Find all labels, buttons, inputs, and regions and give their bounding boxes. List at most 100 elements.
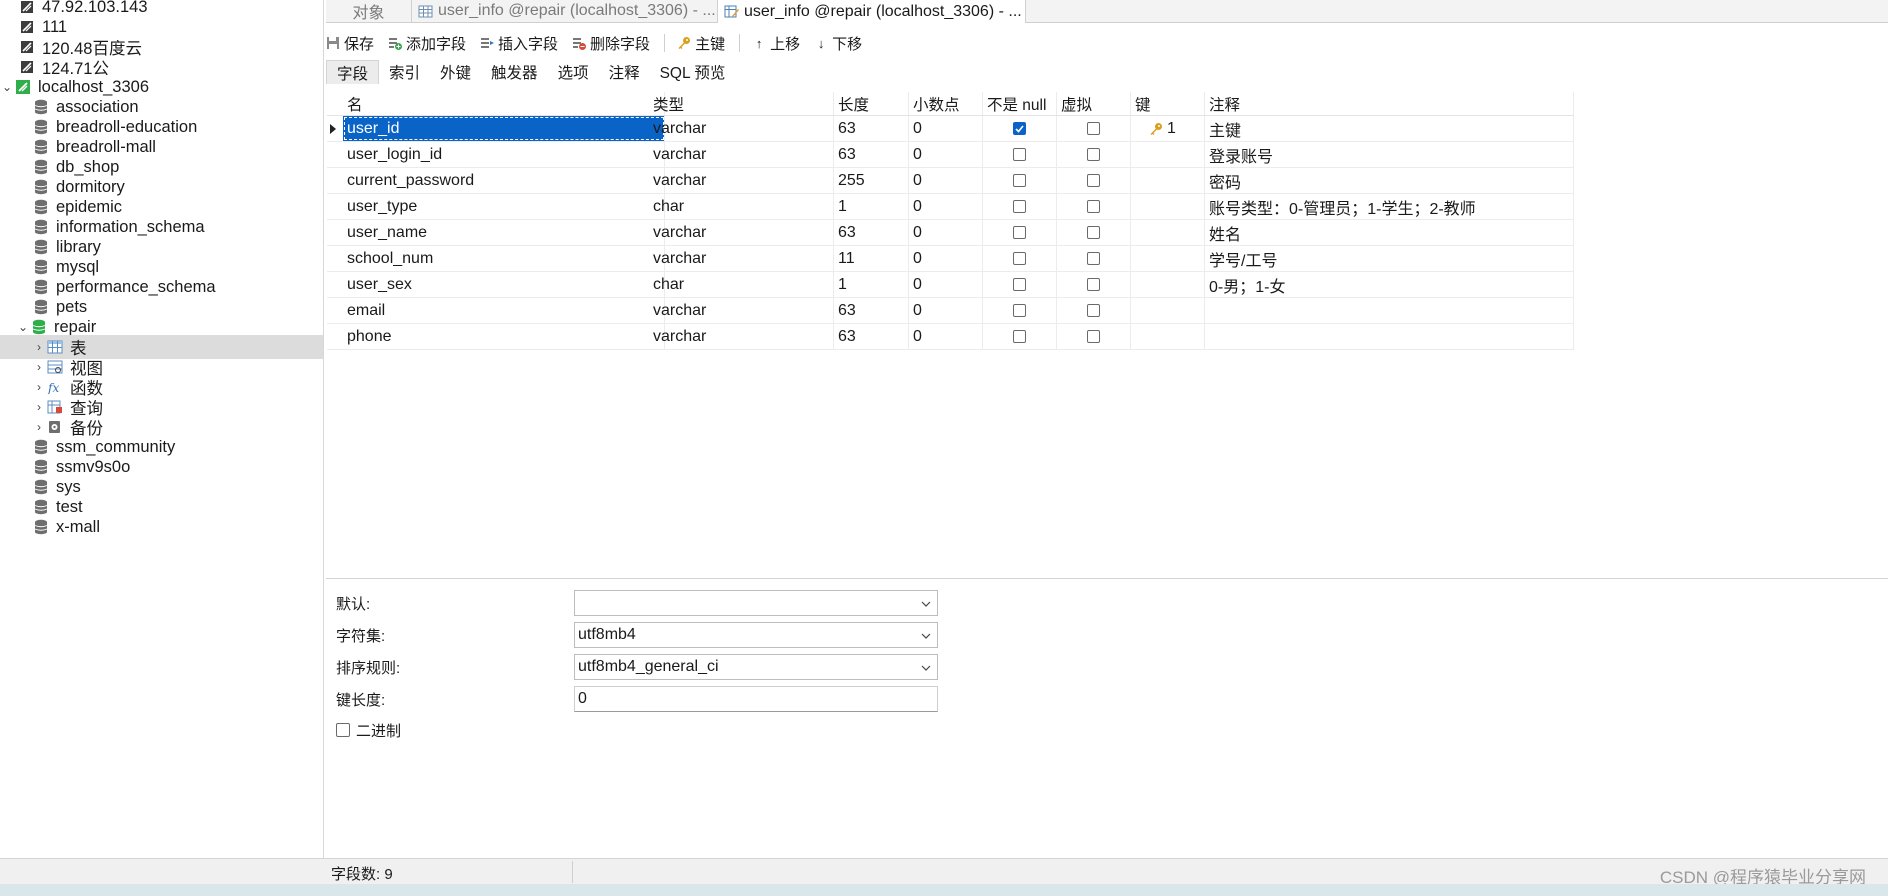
add-field-button[interactable]: 添加字段 xyxy=(388,33,466,54)
checkbox[interactable] xyxy=(1013,226,1026,239)
not-null-cell[interactable] xyxy=(983,324,1057,349)
virtual-cell[interactable] xyxy=(1057,116,1131,141)
field-type-cell[interactable]: varchar xyxy=(649,220,834,245)
default-select[interactable] xyxy=(574,590,938,616)
navigator-sidebar[interactable]: 47.92.103.143 111 120.48百度云 124.71公 ⌄ localho… xyxy=(0,0,324,858)
key-length-input[interactable]: 0 xyxy=(574,686,938,712)
table-row[interactable]: user_id varchar 63 0 1 主键 xyxy=(327,116,1574,142)
key-cell[interactable] xyxy=(1131,142,1205,167)
move-down-button[interactable]: ↓ 下移 xyxy=(814,33,862,54)
field-decimals-cell[interactable]: 0 xyxy=(909,220,983,245)
checkbox[interactable] xyxy=(1013,278,1026,291)
virtual-cell[interactable] xyxy=(1057,142,1131,167)
virtual-cell[interactable] xyxy=(1057,220,1131,245)
checkbox[interactable] xyxy=(1013,252,1026,265)
checkbox[interactable] xyxy=(1087,122,1100,135)
not-null-cell[interactable] xyxy=(983,168,1057,193)
chevron-down-icon[interactable]: ⌄ xyxy=(0,80,14,94)
chevron-right-icon[interactable]: › xyxy=(32,420,46,434)
field-decimals-cell[interactable]: 0 xyxy=(909,116,983,141)
charset-select[interactable]: utf8mb4 xyxy=(574,622,938,648)
field-name-cell[interactable]: user_id xyxy=(343,116,665,141)
field-length-cell[interactable]: 63 xyxy=(834,298,909,323)
checkbox[interactable] xyxy=(1087,200,1100,213)
primary-key-button[interactable]: 主键 xyxy=(677,33,725,54)
checkbox[interactable] xyxy=(1013,148,1026,161)
field-comment-cell[interactable]: 0-男；1-女 xyxy=(1205,272,1574,297)
virtual-cell[interactable] xyxy=(1057,298,1131,323)
key-cell[interactable] xyxy=(1131,272,1205,297)
virtual-cell[interactable] xyxy=(1057,246,1131,271)
not-null-cell[interactable] xyxy=(983,142,1057,167)
virtual-cell[interactable] xyxy=(1057,194,1131,219)
not-null-cell[interactable] xyxy=(983,298,1057,323)
header-type[interactable]: 类型 xyxy=(649,92,834,115)
key-cell[interactable] xyxy=(1131,194,1205,219)
field-length-cell[interactable]: 1 xyxy=(834,194,909,219)
key-cell[interactable] xyxy=(1131,246,1205,271)
table-row[interactable]: school_num varchar 11 0 学号/工号 xyxy=(327,246,1574,272)
chevron-down-icon[interactable]: ⌄ xyxy=(16,320,30,334)
not-null-cell[interactable] xyxy=(983,194,1057,219)
virtual-cell[interactable] xyxy=(1057,272,1131,297)
key-cell[interactable]: 1 xyxy=(1131,116,1205,141)
checkbox[interactable] xyxy=(1087,226,1100,239)
key-cell[interactable] xyxy=(1131,298,1205,323)
tab-user-info-design[interactable]: user_info @repair (localhost_3306) - ... xyxy=(718,0,1026,23)
not-null-cell[interactable] xyxy=(983,246,1057,271)
checkbox[interactable] xyxy=(1013,304,1026,317)
tab-objects[interactable]: 对象 xyxy=(326,0,412,22)
field-decimals-cell[interactable]: 0 xyxy=(909,324,983,349)
not-null-cell[interactable] xyxy=(983,220,1057,245)
field-length-cell[interactable]: 63 xyxy=(834,220,909,245)
field-type-cell[interactable]: varchar xyxy=(649,168,834,193)
checkbox[interactable] xyxy=(1087,278,1100,291)
table-row[interactable]: current_password varchar 255 0 密码 xyxy=(327,168,1574,194)
field-type-cell[interactable]: char xyxy=(649,272,834,297)
panel-divider[interactable] xyxy=(326,578,1888,579)
field-type-cell[interactable]: varchar xyxy=(649,246,834,271)
field-length-cell[interactable]: 255 xyxy=(834,168,909,193)
tab-triggers[interactable]: 触发器 xyxy=(481,60,548,84)
table-row[interactable]: user_type char 1 0 账号类型：0-管理员；1-学生；2-教师 xyxy=(327,194,1574,220)
move-up-button[interactable]: ↑ 上移 xyxy=(752,33,800,54)
not-null-cell[interactable] xyxy=(983,272,1057,297)
key-cell[interactable] xyxy=(1131,220,1205,245)
field-decimals-cell[interactable]: 0 xyxy=(909,272,983,297)
checkbox[interactable] xyxy=(1013,122,1026,135)
field-decimals-cell[interactable]: 0 xyxy=(909,298,983,323)
header-key[interactable]: 键 xyxy=(1131,92,1205,115)
field-name-cell[interactable]: user_sex xyxy=(343,272,665,297)
binary-checkbox[interactable] xyxy=(336,723,350,737)
field-decimals-cell[interactable]: 0 xyxy=(909,142,983,167)
tab-user-info-data[interactable]: user_info @repair (localhost_3306) - ... xyxy=(412,0,718,22)
checkbox[interactable] xyxy=(1013,330,1026,343)
chevron-right-icon[interactable]: › xyxy=(32,400,46,414)
field-comment-cell[interactable]: 账号类型：0-管理员；1-学生；2-教师 xyxy=(1205,194,1574,219)
chevron-right-icon[interactable]: › xyxy=(32,340,46,354)
chevron-right-icon[interactable]: › xyxy=(32,380,46,394)
field-grid[interactable]: 名 类型 长度 小数点 不是 null 虚拟 键 注释 user_id varch… xyxy=(327,92,1574,350)
field-name-cell[interactable]: user_login_id xyxy=(343,142,665,167)
field-name-cell[interactable]: current_password xyxy=(343,168,665,193)
field-type-cell[interactable]: varchar xyxy=(649,142,834,167)
table-row[interactable]: user_login_id varchar 63 0 登录账号 xyxy=(327,142,1574,168)
field-type-cell[interactable]: varchar xyxy=(649,324,834,349)
field-comment-cell[interactable]: 主键 xyxy=(1205,116,1574,141)
chevron-right-icon[interactable]: › xyxy=(32,360,46,374)
virtual-cell[interactable] xyxy=(1057,168,1131,193)
field-name-cell[interactable]: school_num xyxy=(343,246,665,271)
field-type-cell[interactable]: varchar xyxy=(649,116,834,141)
field-decimals-cell[interactable]: 0 xyxy=(909,194,983,219)
delete-field-button[interactable]: 删除字段 xyxy=(572,33,650,54)
tab-comment[interactable]: 注释 xyxy=(599,60,650,84)
checkbox[interactable] xyxy=(1087,148,1100,161)
tab-options[interactable]: 选项 xyxy=(548,60,599,84)
checkbox[interactable] xyxy=(1087,304,1100,317)
checkbox[interactable] xyxy=(1087,252,1100,265)
checkbox[interactable] xyxy=(1087,174,1100,187)
field-comment-cell[interactable] xyxy=(1205,298,1574,323)
field-decimals-cell[interactable]: 0 xyxy=(909,246,983,271)
field-name-cell[interactable]: email xyxy=(343,298,665,323)
header-comment[interactable]: 注释 xyxy=(1205,92,1574,115)
